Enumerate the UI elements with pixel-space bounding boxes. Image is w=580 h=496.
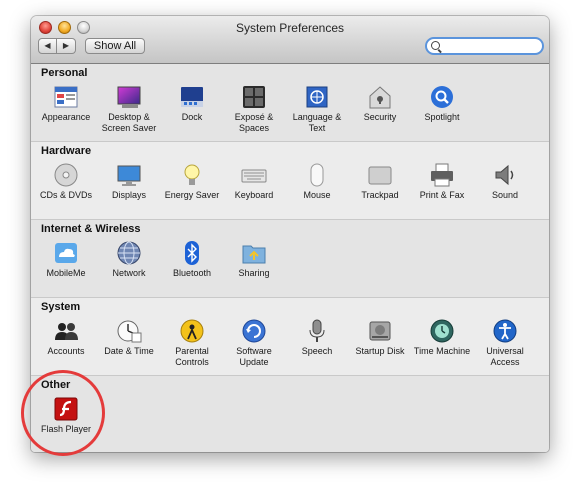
pane-startup-disk[interactable]: Startup Disk bbox=[347, 318, 413, 357]
pane-speech[interactable]: Speech bbox=[284, 318, 350, 357]
pane-print-fax[interactable]: Print & Fax bbox=[409, 162, 475, 201]
pane-trackpad[interactable]: Trackpad bbox=[347, 162, 413, 201]
pane-label: Keyboard bbox=[234, 190, 274, 200]
pane-label: Software Update bbox=[236, 346, 272, 367]
section-title: System bbox=[41, 301, 81, 313]
highlight-circle bbox=[21, 370, 105, 456]
pane-energy-saver[interactable]: Energy Saver bbox=[159, 162, 225, 201]
pane-universal-access[interactable]: Universal Access bbox=[472, 318, 538, 368]
accessibility-icon bbox=[493, 319, 517, 343]
pane-label: Bluetooth bbox=[172, 268, 212, 278]
language-icon bbox=[306, 86, 328, 108]
printer-icon bbox=[431, 163, 453, 187]
forward-button[interactable]: ▶ bbox=[57, 38, 76, 54]
appearance-icon bbox=[54, 86, 78, 108]
pane-label: Security bbox=[363, 112, 397, 122]
dock-icon bbox=[181, 87, 203, 107]
mouse-icon bbox=[310, 163, 324, 187]
sharing-icon bbox=[242, 245, 266, 264]
expose-icon bbox=[243, 86, 265, 108]
pane-label: Universal Access bbox=[486, 346, 524, 367]
show-all-button[interactable]: Show All bbox=[85, 38, 145, 54]
pane-software-update[interactable]: Software Update bbox=[221, 318, 287, 368]
sound-icon bbox=[495, 164, 514, 186]
section-system: System Accounts Date & Time Parental Con… bbox=[31, 298, 549, 376]
pane-label: Startup Disk bbox=[355, 346, 405, 356]
cd-icon bbox=[54, 163, 78, 187]
pane-label: MobileMe bbox=[46, 268, 86, 278]
pane-language-text[interactable]: Language & Text bbox=[284, 84, 350, 134]
section-title: Internet & Wireless bbox=[41, 223, 141, 235]
bluetooth-icon bbox=[185, 241, 199, 265]
pane-label: Speech bbox=[301, 346, 333, 356]
pane-time-machine[interactable]: Time Machine bbox=[409, 318, 475, 357]
pane-label: Time Machine bbox=[413, 346, 471, 356]
disk-icon bbox=[369, 321, 391, 341]
update-icon bbox=[242, 319, 266, 343]
pane-desktop-screen-saver[interactable]: Desktop & Screen Saver bbox=[96, 84, 162, 134]
pane-keyboard[interactable]: Keyboard bbox=[221, 162, 287, 201]
section-title: Hardware bbox=[41, 145, 92, 157]
pane-mobileme[interactable]: MobileMe bbox=[33, 240, 99, 279]
trackpad-icon bbox=[368, 166, 392, 185]
pane-mouse[interactable]: Mouse bbox=[284, 162, 350, 201]
pane-sound[interactable]: Sound bbox=[472, 162, 538, 201]
pane-accounts[interactable]: Accounts bbox=[33, 318, 99, 357]
pane-label: Sharing bbox=[238, 268, 270, 278]
pane-label: Mouse bbox=[303, 190, 331, 200]
pane-label: Spotlight bbox=[424, 112, 460, 122]
system-preferences-window: System Preferences ◀ ▶ Show All Personal… bbox=[31, 16, 549, 452]
pane-label: Dock bbox=[181, 112, 203, 122]
parental-icon bbox=[180, 319, 204, 343]
desktop-icon bbox=[117, 86, 141, 108]
titlebar: System Preferences ◀ ▶ Show All bbox=[31, 16, 549, 64]
window-title: System Preferences bbox=[235, 21, 345, 35]
pane-label: Print & Fax bbox=[419, 190, 465, 200]
pane-network[interactable]: Network bbox=[96, 240, 162, 279]
search-field[interactable] bbox=[425, 37, 544, 55]
section-hardware: Hardware CDs & DVDs Displays Energy Save… bbox=[31, 142, 549, 220]
pane-bluetooth[interactable]: Bluetooth bbox=[159, 240, 225, 279]
search-icon bbox=[431, 41, 440, 50]
time-machine-icon bbox=[430, 319, 454, 343]
network-icon bbox=[117, 241, 141, 265]
cloud-icon bbox=[55, 243, 77, 263]
pane-label: Date & Time bbox=[104, 346, 154, 356]
pane-displays[interactable]: Displays bbox=[96, 162, 162, 201]
security-icon bbox=[369, 86, 391, 109]
pane-label: Accounts bbox=[47, 346, 85, 356]
pane-label: Energy Saver bbox=[164, 190, 220, 200]
pane-label: Language & Text bbox=[292, 112, 342, 133]
accounts-icon bbox=[55, 323, 78, 340]
energy-icon bbox=[184, 164, 200, 185]
spotlight-icon bbox=[431, 86, 453, 108]
pane-label: Trackpad bbox=[361, 190, 399, 200]
pane-label: CDs & DVDs bbox=[39, 190, 92, 200]
pane-label: Desktop & Screen Saver bbox=[101, 112, 157, 133]
microphone-icon bbox=[309, 319, 325, 342]
back-button[interactable]: ◀ bbox=[38, 38, 57, 54]
pane-label: Exposé & Spaces bbox=[234, 112, 274, 133]
pane-expose-spaces[interactable]: Exposé & Spaces bbox=[221, 84, 287, 134]
pane-appearance[interactable]: Appearance bbox=[33, 84, 99, 123]
section-internet-wireless: Internet & Wireless MobileMe Network Blu… bbox=[31, 220, 549, 298]
pane-security[interactable]: Security bbox=[347, 84, 413, 123]
pane-label: Displays bbox=[111, 190, 146, 200]
pane-label: Parental Controls bbox=[175, 346, 209, 367]
pane-label: Appearance bbox=[41, 112, 91, 122]
section-other: Other Flash Player bbox=[31, 376, 549, 452]
keyboard-icon bbox=[241, 169, 267, 183]
pane-label: Network bbox=[112, 268, 146, 278]
pane-parental-controls[interactable]: Parental Controls bbox=[159, 318, 225, 368]
pane-sharing[interactable]: Sharing bbox=[221, 240, 287, 279]
pane-label: Sound bbox=[491, 190, 519, 200]
pane-cds-dvds[interactable]: CDs & DVDs bbox=[33, 162, 99, 201]
section-personal: Personal Appearance Desktop & Screen Sav… bbox=[31, 64, 549, 142]
pane-dock[interactable]: Dock bbox=[159, 84, 225, 123]
pane-date-time[interactable]: Date & Time bbox=[96, 318, 162, 357]
pane-spotlight[interactable]: Spotlight bbox=[409, 84, 475, 123]
display-icon bbox=[117, 165, 141, 186]
section-title: Personal bbox=[41, 67, 88, 79]
clock-icon bbox=[117, 320, 142, 343]
